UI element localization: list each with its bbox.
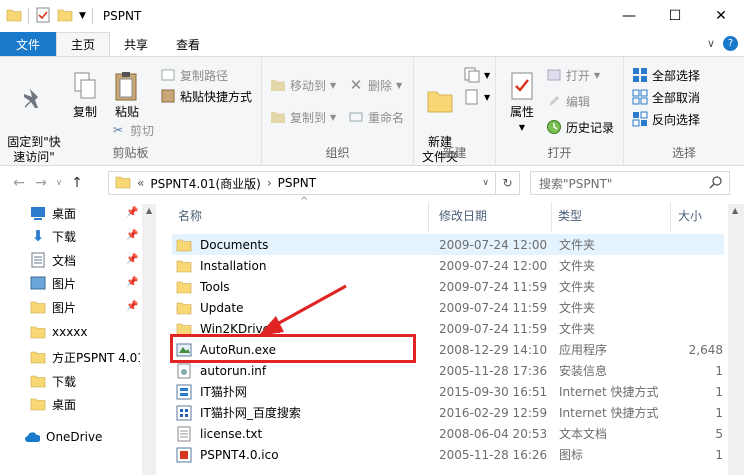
annotation-arrow	[258, 284, 347, 336]
